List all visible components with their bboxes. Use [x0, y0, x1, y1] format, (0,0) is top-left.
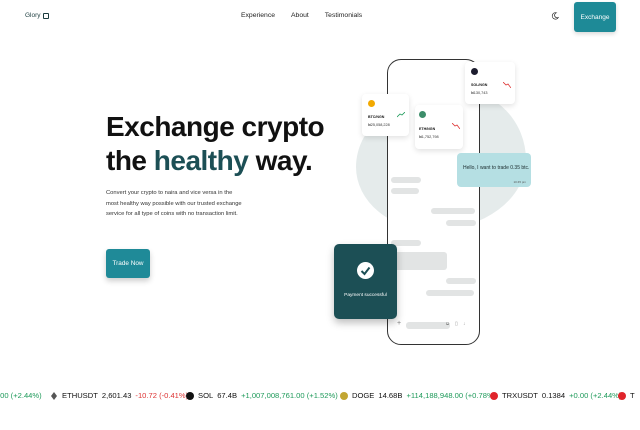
hero-title: Exchange crypto the healthy way.: [106, 110, 325, 178]
ticker-item[interactable]: ETHUSDT 2,601.43 -10.72 (-0.41%): [50, 391, 188, 400]
nav-link-about[interactable]: About: [291, 12, 309, 19]
nav-link-testimonials[interactable]: Testimonials: [325, 12, 362, 19]
trend-up-icon: [397, 112, 405, 118]
ticker-symbol: ETHUSDT: [62, 391, 98, 400]
ticker-change: .00 (+2.44%): [0, 391, 42, 400]
trend-down-icon: [503, 82, 511, 88]
chat-bar: [446, 278, 476, 284]
chat-message: Hello, I want to trade 0.35 btc.: [463, 165, 530, 171]
ticker-price: 14.68B: [378, 391, 403, 400]
price-card-sol: SOL/NGN ₦130,743: [465, 62, 515, 104]
ticker-symbol: T: [630, 391, 635, 400]
payment-success-card: Payment successful: [334, 244, 397, 319]
moon-icon[interactable]: [551, 12, 559, 20]
chat-time: 10:45 pm: [513, 180, 526, 184]
ticker-symbol: TRXUSDT: [502, 391, 538, 400]
trade-now-button[interactable]: Trade Now: [106, 249, 150, 278]
card-value: ₦1,752,798: [419, 135, 439, 139]
card-pair: ETH/NGN: [419, 127, 436, 131]
ticker-change: +114,188,948.00 (+0.78%): [406, 391, 497, 400]
lock-icon: [42, 12, 49, 19]
eth-icon: [51, 391, 57, 400]
ticker-item[interactable]: TRXUSDT 0.1384 +0.00 (+2.44%): [490, 391, 621, 400]
card-value: ₦25,058,228: [368, 123, 390, 127]
ticker-change: -10.72 (-0.41%): [135, 391, 189, 400]
card-pair: BTC/NGN: [368, 115, 385, 119]
doge-icon: [340, 391, 348, 400]
emoji-icon[interactable]: ☺: [445, 321, 450, 327]
card-value: ₦130,743: [471, 91, 488, 95]
logo-text: Glory: [25, 12, 41, 19]
hero-title-pre: the: [106, 145, 154, 176]
chat-input-bar: + ☺ ▯ ↓: [397, 320, 469, 332]
ticker-price: 0.1384: [541, 391, 566, 400]
nav-links: Experience About Testimonials: [241, 12, 362, 19]
nav-link-experience[interactable]: Experience: [241, 12, 275, 19]
check-circle-icon: [357, 262, 374, 279]
chat-bar: [391, 177, 421, 183]
top-nav: Glory Experience About Testimonials Exch…: [0, 0, 640, 36]
price-ticker: .00 (+2.44%) ETHUSDT 2,601.43 -10.72 (-0…: [0, 386, 640, 406]
card-pair: SOL/NGN: [471, 83, 488, 87]
ticker-item[interactable]: SOL 67.4B +1,007,008,761.00 (+1.52%): [186, 391, 338, 400]
chat-bar: [446, 220, 476, 226]
eth-icon: [419, 111, 426, 118]
ticker-change: +0.00 (+2.44%): [569, 391, 622, 400]
trx-icon: [490, 391, 498, 400]
chat-bar: [391, 188, 419, 194]
ticker-symbol: SOL: [198, 391, 214, 400]
trx-icon: [618, 391, 626, 400]
chat-bar: [391, 252, 447, 270]
chat-bar: [426, 290, 474, 296]
ticker-symbol: DOGE: [352, 391, 375, 400]
ticker-item[interactable]: .00 (+2.44%): [0, 391, 42, 400]
sol-icon: [186, 391, 194, 400]
hero-description: Convert your crypto to naira and vice ve…: [106, 190, 242, 218]
hero-title-post: way.: [248, 145, 313, 176]
mic-icon[interactable]: ↓: [463, 321, 466, 327]
exchange-button[interactable]: Exchange: [574, 2, 616, 32]
hero-title-line2: the healthy way.: [106, 144, 324, 178]
trend-down-icon: [452, 123, 460, 129]
ticker-change: +1,007,008,761.00 (+1.52%): [241, 391, 338, 400]
price-card-eth: ETH/NGN ₦1,752,798: [415, 105, 463, 149]
price-card-btc: BTC/NGN ₦25,058,228: [362, 94, 409, 136]
sol-icon: [471, 68, 478, 75]
ticker-item[interactable]: DOGE 14.68B +114,188,948.00 (+0.78%): [340, 391, 496, 400]
chat-bar: [431, 208, 475, 214]
chat-input[interactable]: [406, 322, 450, 329]
trash-icon[interactable]: ▯: [455, 321, 458, 327]
chat-bubble: Hello, I want to trade 0.35 btc. 10:45 p…: [457, 153, 531, 187]
ticker-item[interactable]: T: [618, 391, 635, 400]
logo[interactable]: Glory: [25, 12, 49, 19]
plus-icon[interactable]: +: [397, 320, 401, 327]
btc-icon: [368, 100, 375, 107]
ticker-price: 67.4B: [217, 391, 238, 400]
hero-title-accent: healthy: [153, 145, 249, 176]
payment-status-text: Payment successful: [344, 293, 387, 298]
ticker-price: 2,601.43: [101, 391, 132, 400]
hero-title-line1: Exchange crypto: [106, 111, 325, 142]
